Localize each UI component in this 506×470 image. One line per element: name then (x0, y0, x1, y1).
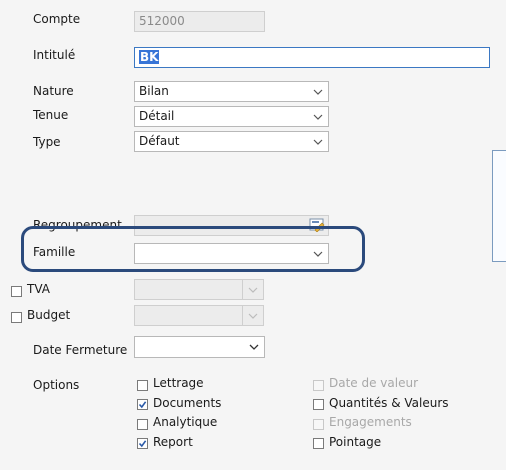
lettrage-label: Lettrage (153, 376, 204, 390)
compte-field: 512000 (134, 11, 265, 32)
compte-label: Compte (33, 12, 81, 26)
type-select[interactable]: Défaut (134, 131, 329, 152)
nature-value: Bilan (139, 84, 169, 98)
tva-select (134, 279, 264, 300)
date-de-valeur-checkbox (313, 380, 324, 391)
date-fermeture-label: Date Fermeture (33, 343, 128, 357)
nature-select[interactable]: Bilan (134, 81, 329, 102)
type-value: Défaut (139, 134, 180, 148)
checkmark-icon (138, 440, 147, 448)
tva-checkbox[interactable] (11, 286, 22, 297)
analytique-label: Analytique (153, 415, 218, 429)
chevron-down-icon (242, 280, 263, 299)
quantites-valeurs-checkbox[interactable] (313, 399, 324, 410)
report-checkbox[interactable] (137, 438, 148, 449)
nature-label: Nature (33, 84, 74, 98)
documents-label: Documents (153, 396, 222, 410)
type-label: Type (33, 135, 61, 149)
chevron-down-icon (308, 132, 328, 151)
budget-select (134, 305, 264, 326)
analytique-checkbox[interactable] (137, 419, 148, 430)
engagements-checkbox (313, 419, 324, 430)
pointage-label: Pointage (329, 435, 382, 449)
chevron-down-icon (308, 82, 328, 101)
chevron-down-icon (242, 306, 263, 325)
chevron-down-icon (244, 337, 264, 356)
highlight-frame (21, 226, 365, 272)
tenue-label: Tenue (33, 108, 69, 122)
documents-checkbox[interactable] (137, 399, 148, 410)
budget-label: Budget (27, 308, 71, 322)
tenue-select[interactable]: Détail (134, 106, 329, 127)
quantites-valeurs-label: Quantités & Valeurs (329, 396, 449, 410)
engagements-label: Engagements (329, 415, 412, 429)
chevron-down-icon (308, 107, 328, 126)
intitule-value: BK (139, 50, 160, 64)
tenue-value: Détail (139, 109, 175, 123)
intitule-field[interactable]: BK (134, 47, 490, 68)
intitule-label: Intitulé (33, 48, 76, 62)
report-label: Report (153, 435, 193, 449)
lettrage-checkbox[interactable] (137, 380, 148, 391)
pointage-checkbox[interactable] (313, 438, 324, 449)
side-panel (492, 150, 506, 262)
options-label: Options (33, 378, 80, 392)
budget-checkbox[interactable] (11, 312, 22, 323)
tva-label: TVA (27, 282, 50, 296)
date-fermeture-select[interactable] (134, 336, 265, 358)
date-de-valeur-label: Date de valeur (329, 376, 419, 390)
checkmark-icon (138, 401, 147, 409)
compte-value: 512000 (139, 14, 185, 28)
